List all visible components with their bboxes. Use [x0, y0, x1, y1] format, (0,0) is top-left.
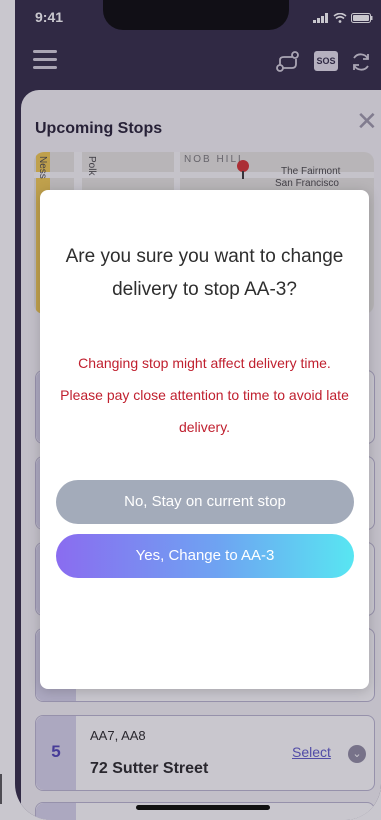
change-stop-dialog: Are you sure you want to change delivery… [40, 190, 369, 689]
stay-on-current-stop-button[interactable]: No, Stay on current stop [56, 480, 354, 524]
home-indicator [136, 805, 270, 810]
dialog-warning: Changing stop might affect delivery time… [60, 355, 349, 435]
dialog-question: Are you sure you want to change delivery… [65, 246, 344, 300]
change-stop-button[interactable]: Yes, Change to AA-3 [56, 534, 354, 578]
